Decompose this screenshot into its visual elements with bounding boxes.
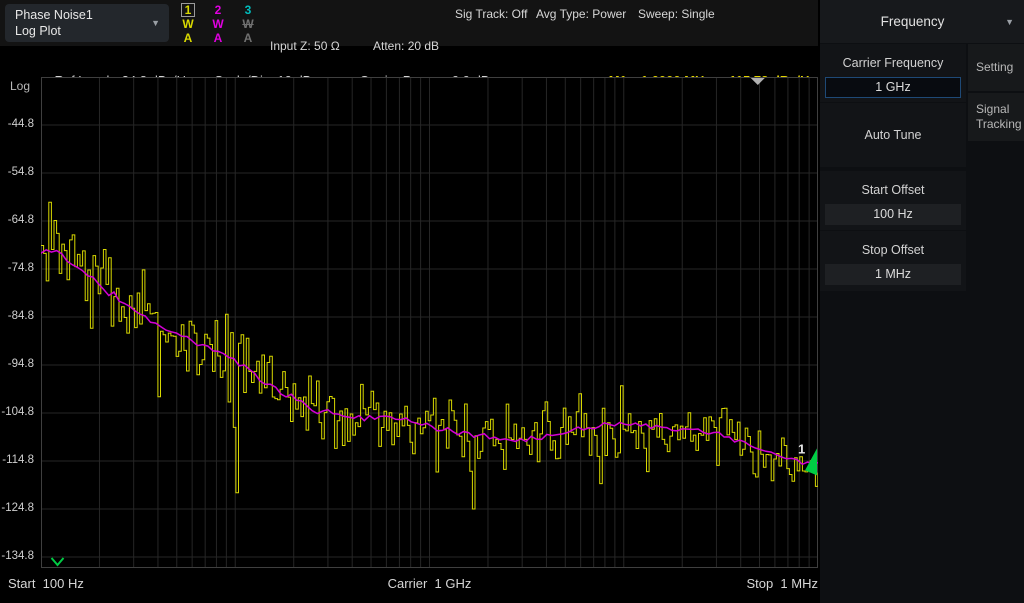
y-axis-tick-label: -124.8	[1, 502, 34, 514]
bottom-chevron-indicator-icon	[50, 557, 65, 567]
chevron-down-icon: ▼	[1005, 16, 1014, 27]
marker-1-label: 1	[798, 441, 805, 456]
stop-offset-button[interactable]: Stop Offset 1 MHz	[820, 231, 966, 291]
menu-title: Frequency	[880, 14, 945, 29]
carrier-frequency-label: Carrier Frequency	[842, 56, 944, 70]
stop-offset-label: Stop Offset	[861, 243, 925, 257]
tab-signal-tracking-label: Signal Tracking	[976, 102, 1022, 131]
top-status-bar: Phase Noise1 Log Plot ▼ 1 W A 2 W A 3 W …	[0, 0, 818, 101]
sweep-mode-readout: Sweep: Single	[638, 7, 715, 21]
tab-setting-label: Setting	[976, 60, 1014, 74]
sig-track-readout: Sig Track: Off	[455, 7, 528, 21]
carrier-frequency-button[interactable]: Carrier Frequency 1 GHz	[820, 44, 966, 102]
trace-1-status[interactable]: 1 W A	[178, 3, 198, 45]
top-triangle-indicator-icon	[750, 78, 765, 85]
avg-type-readout: Avg Type: Power	[536, 7, 627, 21]
y-axis-tick-label: -114.8	[2, 454, 34, 466]
y-axis-tick-label: -44.8	[7, 118, 34, 130]
y-axis-tick-label: -104.8	[1, 406, 34, 418]
menu-buttons: Carrier Frequency 1 GHz Auto Tune Start …	[820, 44, 966, 292]
trace-2-status[interactable]: 2 W A	[208, 3, 228, 45]
y-axis-labels: -44.8 -54.8 -64.8 -74.8 -84.8 -94.8 -104.8 -114…	[0, 77, 37, 568]
tab-signal-tracking[interactable]: Signal Tracking	[968, 93, 1024, 141]
carrier-frequency-value[interactable]: 1 GHz	[825, 77, 961, 98]
y-axis-tick-label: -84.8	[7, 310, 34, 322]
measurement-selector-dropdown[interactable]: Phase Noise1 Log Plot ▼	[5, 4, 169, 42]
trace-2-number: 2	[214, 3, 222, 17]
trace-3-write-mode: W	[242, 17, 254, 31]
chevron-down-icon: ▼	[151, 18, 160, 28]
y-axis-tick-label: -94.8	[7, 358, 34, 370]
start-offset-button[interactable]: Start Offset 100 Hz	[820, 171, 966, 230]
auto-tune-button[interactable]: Auto Tune	[820, 103, 966, 167]
phase-noise-plot[interactable]: 1	[41, 77, 818, 568]
menu-tabs: Setting Signal Tracking	[968, 44, 1024, 143]
side-menu-panel: Frequency ▼ Carrier Frequency 1 GHz Auto…	[820, 0, 1024, 603]
start-offset-value[interactable]: 100 Hz	[825, 204, 961, 225]
y-axis-tick-label: -54.8	[7, 166, 34, 178]
analyzer-screen: Phase Noise1 Log Plot ▼ 1 W A 2 W A 3 W …	[0, 0, 1024, 603]
trace-2-write-mode: W	[212, 17, 224, 31]
x-axis-carrier-label: Carrier 1 GHz	[387, 576, 472, 591]
menu-header-dropdown[interactable]: Frequency ▼	[820, 0, 1024, 43]
measurement-selector-label: Phase Noise1 Log Plot	[5, 7, 151, 40]
attenuation: Atten: 20 dB	[373, 39, 440, 53]
measurement-view: Log Plot	[15, 24, 61, 38]
stop-offset-value[interactable]: 1 MHz	[825, 264, 961, 285]
start-offset-label: Start Offset	[861, 183, 925, 197]
trace-3-average-mode: A	[243, 31, 253, 45]
y-axis-tick-label: -134.8	[1, 550, 34, 562]
input-impedance: Input Z: 50 Ω	[270, 39, 340, 53]
measurement-name: Phase Noise1	[15, 7, 93, 22]
trace-1-number: 1	[180, 3, 196, 17]
y-axis-tick-label: -64.8	[7, 214, 34, 226]
trace-3-status[interactable]: 3 W A	[238, 3, 258, 45]
trace-3-number: 3	[244, 3, 252, 17]
tab-setting[interactable]: Setting	[968, 44, 1024, 91]
trace-1-write-mode: W	[182, 17, 194, 31]
y-axis-tick-label: -74.8	[7, 262, 34, 274]
x-axis-stop-label: Stop 1 MHz	[746, 576, 818, 591]
trace-2-average-mode: A	[213, 31, 223, 45]
trace-1-average-mode: A	[183, 31, 193, 45]
trace-status-block: 1 W A 2 W A 3 W A	[178, 3, 258, 45]
auto-tune-label: Auto Tune	[864, 128, 922, 142]
